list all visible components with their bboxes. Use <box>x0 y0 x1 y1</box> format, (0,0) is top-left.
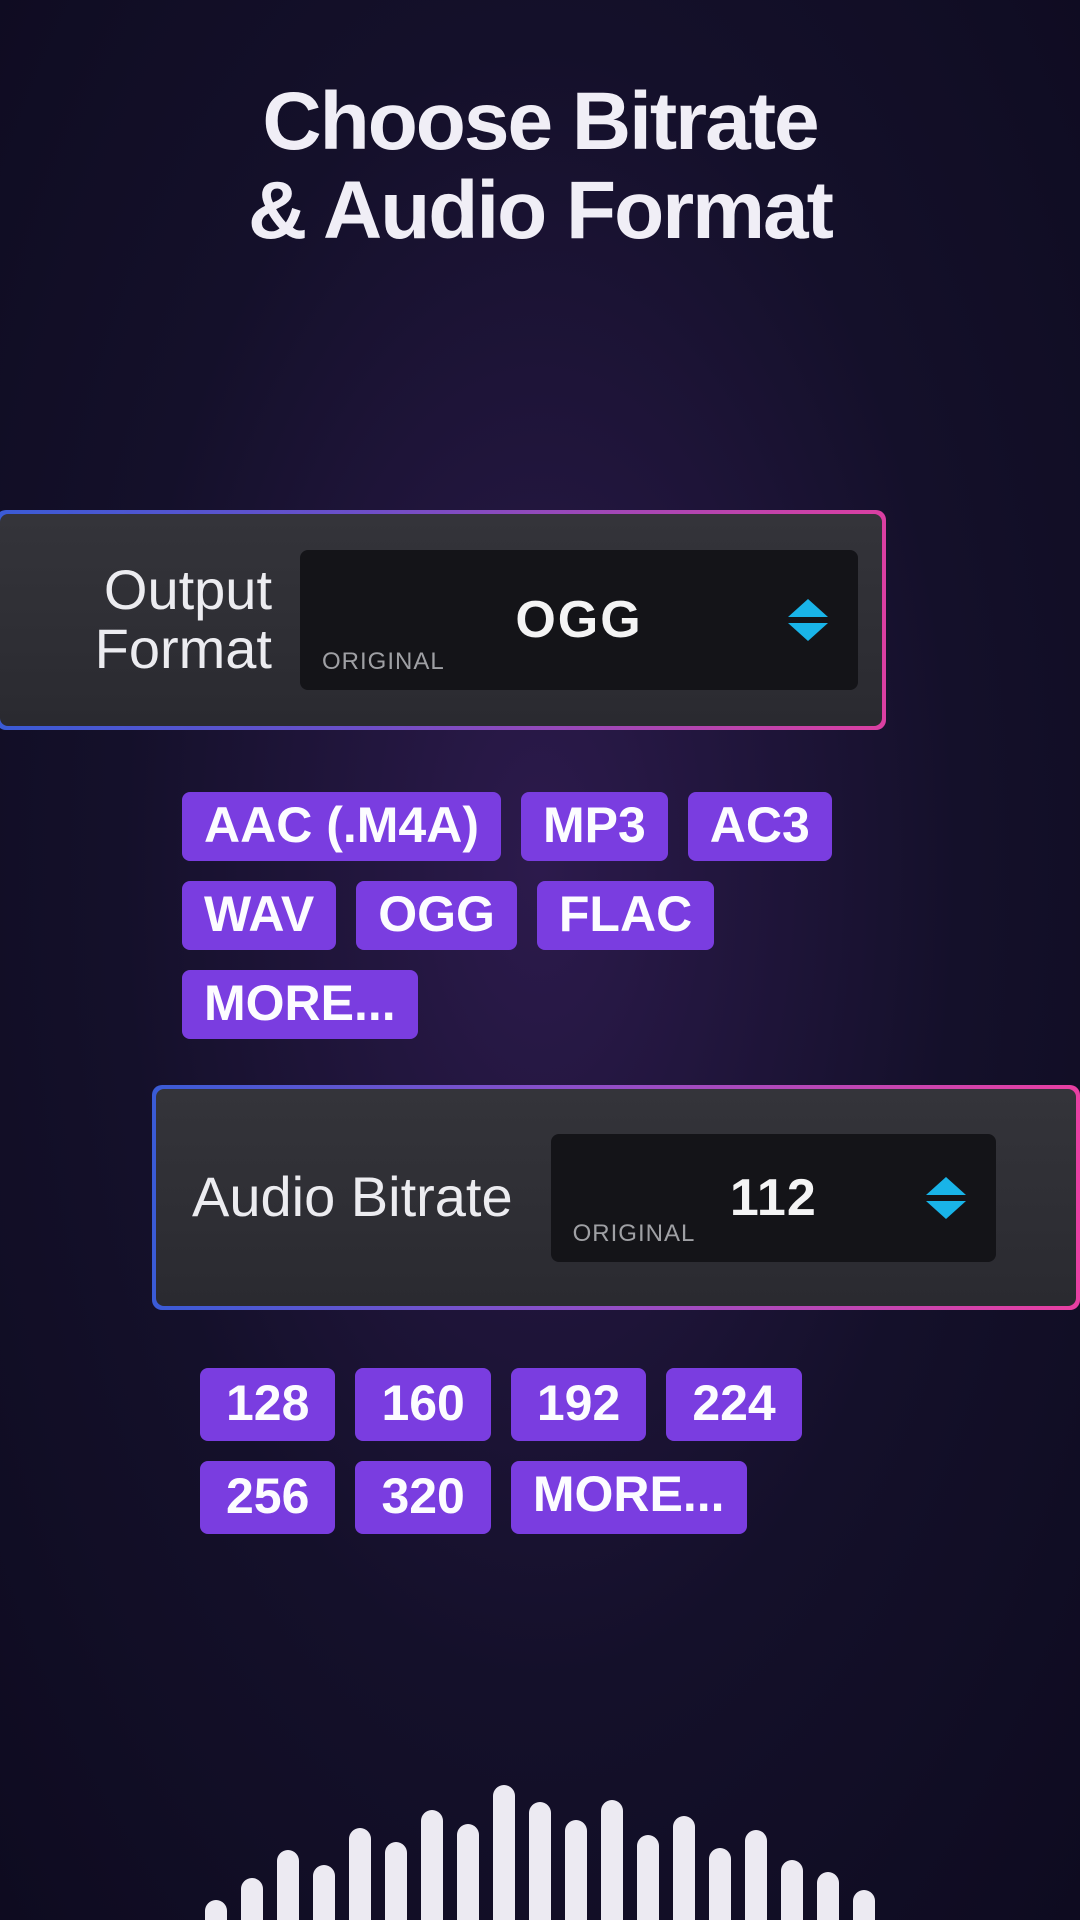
format-option-aac[interactable]: AAC (.M4A) <box>182 792 501 861</box>
bitrate-option-256[interactable]: 256 <box>200 1461 335 1534</box>
output-format-label: Output Format <box>0 561 300 679</box>
format-option-flac[interactable]: FLAC <box>537 881 714 950</box>
bitrate-option-128[interactable]: 128 <box>200 1368 335 1441</box>
spinner-icon[interactable] <box>924 1172 968 1224</box>
page-title: Choose Bitrate & Audio Format <box>0 0 1080 255</box>
title-line-1: Choose Bitrate <box>262 76 817 167</box>
bitrate-option-224[interactable]: 224 <box>666 1368 801 1441</box>
audio-bitrate-card: Audio Bitrate 112 ORIGINAL <box>152 1085 1080 1310</box>
output-format-dropdown[interactable]: OGG ORIGINAL <box>300 550 858 690</box>
chevron-up-icon <box>926 1177 966 1195</box>
chevron-down-icon <box>926 1201 966 1219</box>
spinner-icon[interactable] <box>786 594 830 646</box>
output-format-original-tag: ORIGINAL <box>322 648 445 676</box>
audio-bitrate-label: Audio Bitrate <box>156 1168 533 1227</box>
chevron-up-icon <box>788 599 828 617</box>
audio-bitrate-original-tag: ORIGINAL <box>573 1220 696 1248</box>
output-format-label-line1: Output <box>104 558 272 621</box>
format-option-mp3[interactable]: MP3 <box>521 792 668 861</box>
format-option-wav[interactable]: WAV <box>182 881 336 950</box>
waveform-decoration <box>0 1780 1080 1920</box>
format-option-ogg[interactable]: OGG <box>356 881 517 950</box>
title-line-2: & Audio Format <box>248 165 832 256</box>
audio-bitrate-value: 112 <box>730 1168 817 1228</box>
audio-bitrate-card-inner: Audio Bitrate 112 ORIGINAL <box>156 1089 1076 1306</box>
audio-bitrate-dropdown[interactable]: 112 ORIGINAL <box>551 1134 996 1262</box>
output-format-label-line2: Format <box>95 617 272 680</box>
output-format-card: Output Format OGG ORIGINAL <box>0 510 886 730</box>
output-format-options: AAC (.M4A) MP3 AC3 WAV OGG FLAC MORE... <box>182 792 942 1039</box>
bitrate-option-192[interactable]: 192 <box>511 1368 646 1441</box>
output-format-card-inner: Output Format OGG ORIGINAL <box>0 514 882 726</box>
format-option-ac3[interactable]: AC3 <box>688 792 832 861</box>
output-format-value: OGG <box>515 590 642 650</box>
audio-bitrate-options: 128 160 192 224 256 320 MORE... <box>200 1368 880 1534</box>
bitrate-option-more[interactable]: MORE... <box>511 1461 747 1534</box>
bitrate-option-320[interactable]: 320 <box>355 1461 490 1534</box>
format-option-more[interactable]: MORE... <box>182 970 418 1039</box>
bitrate-option-160[interactable]: 160 <box>355 1368 490 1441</box>
chevron-down-icon <box>788 623 828 641</box>
